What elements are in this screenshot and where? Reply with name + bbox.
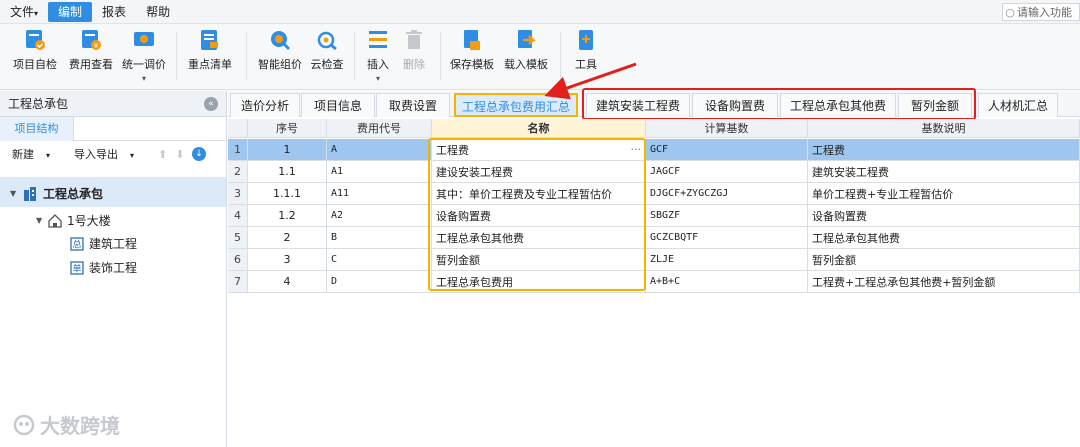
save-template-button[interactable]: 保存模板 xyxy=(446,28,498,84)
expand-arrow-icon[interactable]: ▼ xyxy=(10,189,22,198)
tab-fee-settings[interactable]: 取费设置 xyxy=(376,93,450,117)
move-up-icon[interactable]: ⬆ xyxy=(158,148,167,161)
name-cell-editing[interactable]: 工程费 ··· xyxy=(432,139,646,161)
new-button[interactable]: 新建 ▾ xyxy=(12,146,62,162)
ribbon-divider xyxy=(560,32,561,80)
svg-text:单: 单 xyxy=(72,262,81,274)
ribbon-divider xyxy=(440,32,441,80)
building-icon xyxy=(24,186,36,201)
header-base[interactable]: 计算基数 xyxy=(646,119,808,138)
search-input[interactable]: ○ 请输入功能 xyxy=(1002,3,1080,21)
download-icon[interactable]: ↓ xyxy=(192,147,206,161)
save-template-icon xyxy=(464,30,480,50)
collapse-icon[interactable]: « xyxy=(204,97,218,111)
tools-icon xyxy=(579,30,593,50)
insert-icon xyxy=(369,31,387,48)
header-name[interactable]: 名称 xyxy=(432,119,646,138)
tools-button[interactable]: 工具 xyxy=(568,28,604,84)
self-check-button[interactable]: 项目自检 xyxy=(8,28,62,84)
smart-price-icon xyxy=(271,31,291,51)
expand-arrow-icon[interactable]: ▼ xyxy=(36,216,48,225)
ribbon-divider xyxy=(354,32,355,80)
menu-edit[interactable]: 编制 xyxy=(48,1,93,22)
menu-bar: 文件▾ 编制 报表 帮助 ○ 请输入功能 xyxy=(0,0,1080,24)
table-row[interactable]: 3 1.1.1 A11 其中：单价工程费及专业工程暂估价 DJGCF+ZYGCZ… xyxy=(228,183,1080,205)
ribbon-divider xyxy=(176,32,177,80)
table-header: 序号 费用代号 名称 计算基数 基数说明 xyxy=(228,119,1080,138)
header-base-desc[interactable]: 基数说明 xyxy=(808,119,1080,138)
tree-node-root[interactable]: ▼ 工程总承包 xyxy=(10,185,103,202)
watermark: 大数跨境 xyxy=(12,410,120,439)
header-code[interactable]: 费用代号 xyxy=(327,119,432,138)
menu-file[interactable]: 文件▾ xyxy=(0,2,48,22)
tab-epc-cost-summary[interactable]: 工程总承包费用汇总 xyxy=(454,93,578,117)
tree-node-building[interactable]: ▼ 1号大楼 xyxy=(36,212,111,229)
fee-view-icon: ¥ xyxy=(82,30,101,50)
tree-node-building-works[interactable]: 总 建筑工程 xyxy=(70,235,137,252)
move-down-icon[interactable]: ⬇ xyxy=(175,148,184,161)
table-row[interactable]: 6 3 C 暂列金额 ZLJE 暂列金额 xyxy=(228,249,1080,271)
table-row[interactable]: 4 1.2 A2 设备购置费 SBGZF 设备购置费 xyxy=(228,205,1080,227)
tab-cost-analysis[interactable]: 造价分析 xyxy=(230,93,300,117)
panel-toolbar: 新建 ▾ 导入导出 ▾ ⬆ ⬇ ↓ xyxy=(0,141,226,167)
panel-title: 工程总承包 « xyxy=(0,91,226,117)
watermark-logo-icon xyxy=(13,414,35,435)
table-row[interactable]: 5 2 B 工程总承包其他费 GCZCBQTF 工程总承包其他费 xyxy=(228,227,1080,249)
key-list-icon xyxy=(201,30,218,50)
tree-node-decoration-works[interactable]: 单 装饰工程 xyxy=(70,259,137,276)
load-template-icon xyxy=(518,30,537,48)
unified-price-icon xyxy=(134,32,154,46)
smart-price-button[interactable]: 智能组价 xyxy=(254,28,306,84)
svg-text:¥: ¥ xyxy=(94,42,99,50)
unified-price-button[interactable]: 统一调价 ▾ xyxy=(118,28,170,84)
red-highlight-box xyxy=(582,88,976,120)
panel-tabs: 项目结构 xyxy=(0,117,226,141)
self-check-icon xyxy=(26,30,45,50)
row-number-header xyxy=(228,119,248,138)
svg-text:总: 总 xyxy=(72,238,81,250)
home-icon xyxy=(48,213,62,228)
cloud-check-icon xyxy=(317,31,337,51)
app-window: 文件▾ 编制 报表 帮助 ○ 请输入功能 项目自检 ¥ 费用查看 统一调价 ▾ … xyxy=(0,0,1080,447)
load-template-button[interactable]: 载入模板 xyxy=(500,28,552,84)
table-row[interactable]: 1 1 A 工程费 ··· GCF 工程费 xyxy=(228,139,1080,161)
more-icon[interactable]: ··· xyxy=(631,143,642,156)
trash-icon xyxy=(406,30,422,49)
import-export-button[interactable]: 导入导出 ▾ xyxy=(74,146,146,162)
cloud-check-button[interactable]: 云检查 xyxy=(306,28,348,84)
header-seq[interactable]: 序号 xyxy=(248,119,327,138)
tab-project-structure[interactable]: 项目结构 xyxy=(0,117,74,141)
chevron-down-icon: ▾ xyxy=(375,74,381,83)
search-icon: ○ xyxy=(1005,5,1015,19)
fee-summary-table: 序号 费用代号 名称 计算基数 基数说明 1 1 A 工程费 ··· GCF 工程… xyxy=(228,119,1080,447)
project-panel: 工程总承包 « 项目结构 新建 ▾ 导入导出 ▾ ⬆ ⬇ ↓ ▼ 工程总承包 ▼ 1… xyxy=(0,91,227,447)
chevron-down-icon: ▾ xyxy=(141,74,147,83)
fee-view-button[interactable]: ¥ 费用查看 xyxy=(64,28,118,84)
ribbon-divider xyxy=(246,32,247,80)
unit-project-icon: 总 xyxy=(70,236,84,251)
ribbon-toolbar: 项目自检 ¥ 费用查看 统一调价 ▾ 重点清单 智能组价 云检查 插入 ▾ 删除… xyxy=(0,24,1080,90)
table-row[interactable]: 2 1.1 A1 建设安装工程费 JAGCF 建筑安装工程费 xyxy=(228,161,1080,183)
tab-labor-material-machine[interactable]: 人材机汇总 xyxy=(978,93,1058,117)
tab-project-info[interactable]: 项目信息 xyxy=(301,93,375,117)
search-placeholder: 请输入功能 xyxy=(1017,6,1072,19)
menu-help[interactable]: 帮助 xyxy=(136,2,180,22)
insert-button[interactable]: 插入 ▾ xyxy=(360,28,396,84)
unit-project-icon: 单 xyxy=(70,260,84,275)
delete-button[interactable]: 删除 xyxy=(396,28,432,84)
key-list-button[interactable]: 重点清单 xyxy=(182,28,238,84)
table-row[interactable]: 7 4 D 工程总承包费用 A+B+C 工程费+工程总承包其他费+暂列金额 xyxy=(228,271,1080,293)
menu-report[interactable]: 报表 xyxy=(92,2,136,22)
